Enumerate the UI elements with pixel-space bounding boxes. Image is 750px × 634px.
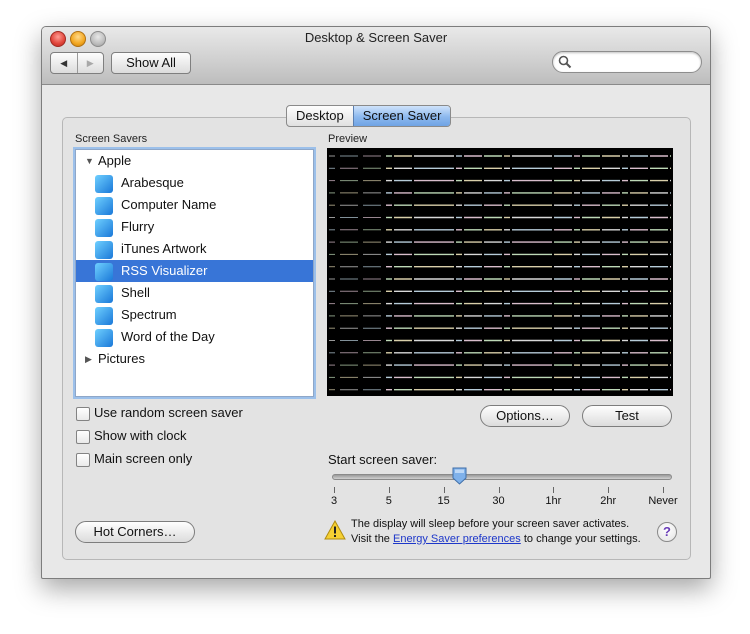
list-item[interactable]: Arabesque xyxy=(76,172,313,194)
list-item[interactable]: Flurry xyxy=(76,216,313,238)
screen-saver-icon xyxy=(95,285,113,303)
test-button[interactable]: Test xyxy=(582,405,672,427)
screen-saver-icon xyxy=(95,241,113,259)
title-bar: Desktop & Screen Saver ◀ ▶ Show All xyxy=(42,27,710,85)
search-input[interactable] xyxy=(575,54,693,70)
screen-saver-icon xyxy=(95,329,113,347)
slider-tick-label: 1hr xyxy=(545,495,562,507)
checkbox-label: Show with clock xyxy=(94,428,187,443)
disclosure-open-icon[interactable]: ▼ xyxy=(85,150,94,172)
list-item-label: iTunes Artwork xyxy=(121,241,207,256)
preview-heading: Preview xyxy=(328,133,368,145)
sleep-warning-text: The display will sleep before your scree… xyxy=(351,517,641,547)
checkbox-label: Main screen only xyxy=(94,451,193,466)
list-item-label: Flurry xyxy=(121,219,155,234)
slider-tick xyxy=(663,487,664,493)
list-item[interactable]: Computer Name xyxy=(76,194,313,216)
group-label: Apple xyxy=(98,153,132,168)
start-screen-saver-label: Start screen saver: xyxy=(328,452,438,467)
list-item-label: Spectrum xyxy=(121,307,177,322)
list-group-apple[interactable]: ▼ Apple xyxy=(76,150,313,172)
list-group-pictures[interactable]: ▶ Pictures xyxy=(76,348,313,370)
slider-tick xyxy=(443,487,445,493)
warning-icon xyxy=(324,520,346,540)
slider-tick xyxy=(553,487,555,493)
checkbox-box[interactable] xyxy=(76,430,90,444)
main-screen-only-checkbox[interactable]: Main screen only xyxy=(76,451,276,468)
back-arrow-icon: ◀ xyxy=(60,57,68,68)
list-item[interactable]: Shell xyxy=(76,282,313,304)
random-screen-saver-checkbox[interactable]: Use random screen saver xyxy=(76,405,276,422)
disclosure-closed-icon[interactable]: ▶ xyxy=(85,348,92,370)
list-item-selected[interactable]: RSS Visualizer xyxy=(76,260,313,282)
slider-tick-label: 5 xyxy=(385,495,392,507)
search-icon xyxy=(558,55,572,69)
screen-saver-icon xyxy=(95,263,113,281)
slider-thumb[interactable] xyxy=(452,467,467,485)
screen-savers-heading: Screen Savers xyxy=(75,133,148,145)
tab-screen-saver[interactable]: Screen Saver xyxy=(352,106,451,126)
search-field[interactable] xyxy=(552,51,702,73)
screen-saver-list[interactable]: ▼ Apple Arabesque Computer Name Flurry i… xyxy=(75,149,314,397)
warning-line-1: The display will sleep before your scree… xyxy=(351,518,630,530)
screen-saver-icon xyxy=(95,175,113,193)
list-item[interactable]: Word of the Day xyxy=(76,326,313,348)
list-item-label: Computer Name xyxy=(121,197,217,212)
list-item[interactable]: iTunes Artwork xyxy=(76,238,313,260)
slider-tick-label: 30 xyxy=(492,495,505,507)
options-button[interactable]: Options… xyxy=(480,405,570,427)
checkbox-box[interactable] xyxy=(76,453,90,467)
tab-control: Desktop Screen Saver xyxy=(286,105,452,127)
help-button[interactable]: ? xyxy=(657,522,677,542)
show-all-button[interactable]: Show All xyxy=(111,52,191,74)
back-button[interactable]: ◀ xyxy=(51,53,78,73)
warning-suffix: to change your settings. xyxy=(523,533,641,545)
screen-saver-icon xyxy=(95,307,113,325)
group-label: Pictures xyxy=(98,351,145,366)
back-forward-group: ◀ ▶ xyxy=(50,52,104,74)
warning-prefix: Visit the xyxy=(351,533,390,545)
preferences-window: Desktop & Screen Saver ◀ ▶ Show All Desk… xyxy=(41,26,711,579)
checkbox-label: Use random screen saver xyxy=(94,405,243,420)
slider-tick xyxy=(498,487,500,493)
window-title: Desktop & Screen Saver xyxy=(304,30,448,45)
slider-tick-label: 15 xyxy=(437,495,450,507)
preview-visualization xyxy=(329,155,671,391)
slider-tick xyxy=(608,487,610,493)
checkbox-box[interactable] xyxy=(76,407,90,421)
list-item-label: Arabesque xyxy=(121,175,184,190)
list-item-label: Shell xyxy=(121,285,150,300)
screen-saver-icon xyxy=(95,219,113,237)
screen-saver-icon xyxy=(95,197,113,215)
preview-area xyxy=(327,148,673,396)
forward-button[interactable]: ▶ xyxy=(78,53,104,73)
slider-tick-label: 3 xyxy=(330,495,338,507)
slider-tick xyxy=(334,487,335,493)
list-item-label: Word of the Day xyxy=(121,329,215,344)
slider-tick-label: 2hr xyxy=(600,495,617,507)
slider-tick xyxy=(388,487,390,493)
warning-line-2: Visit the Energy Saver preferences to ch… xyxy=(351,532,641,547)
show-with-clock-checkbox[interactable]: Show with clock xyxy=(76,428,276,445)
list-item[interactable]: Spectrum xyxy=(76,304,313,326)
energy-saver-link[interactable]: Energy Saver preferences xyxy=(393,533,521,545)
tab-desktop[interactable]: Desktop xyxy=(287,106,353,126)
slider-tick-label: Never xyxy=(648,495,678,507)
slider-track[interactable] xyxy=(332,474,672,480)
forward-arrow-icon: ▶ xyxy=(86,57,94,68)
hot-corners-button[interactable]: Hot Corners… xyxy=(75,521,195,543)
list-item-label: RSS Visualizer xyxy=(121,263,208,278)
